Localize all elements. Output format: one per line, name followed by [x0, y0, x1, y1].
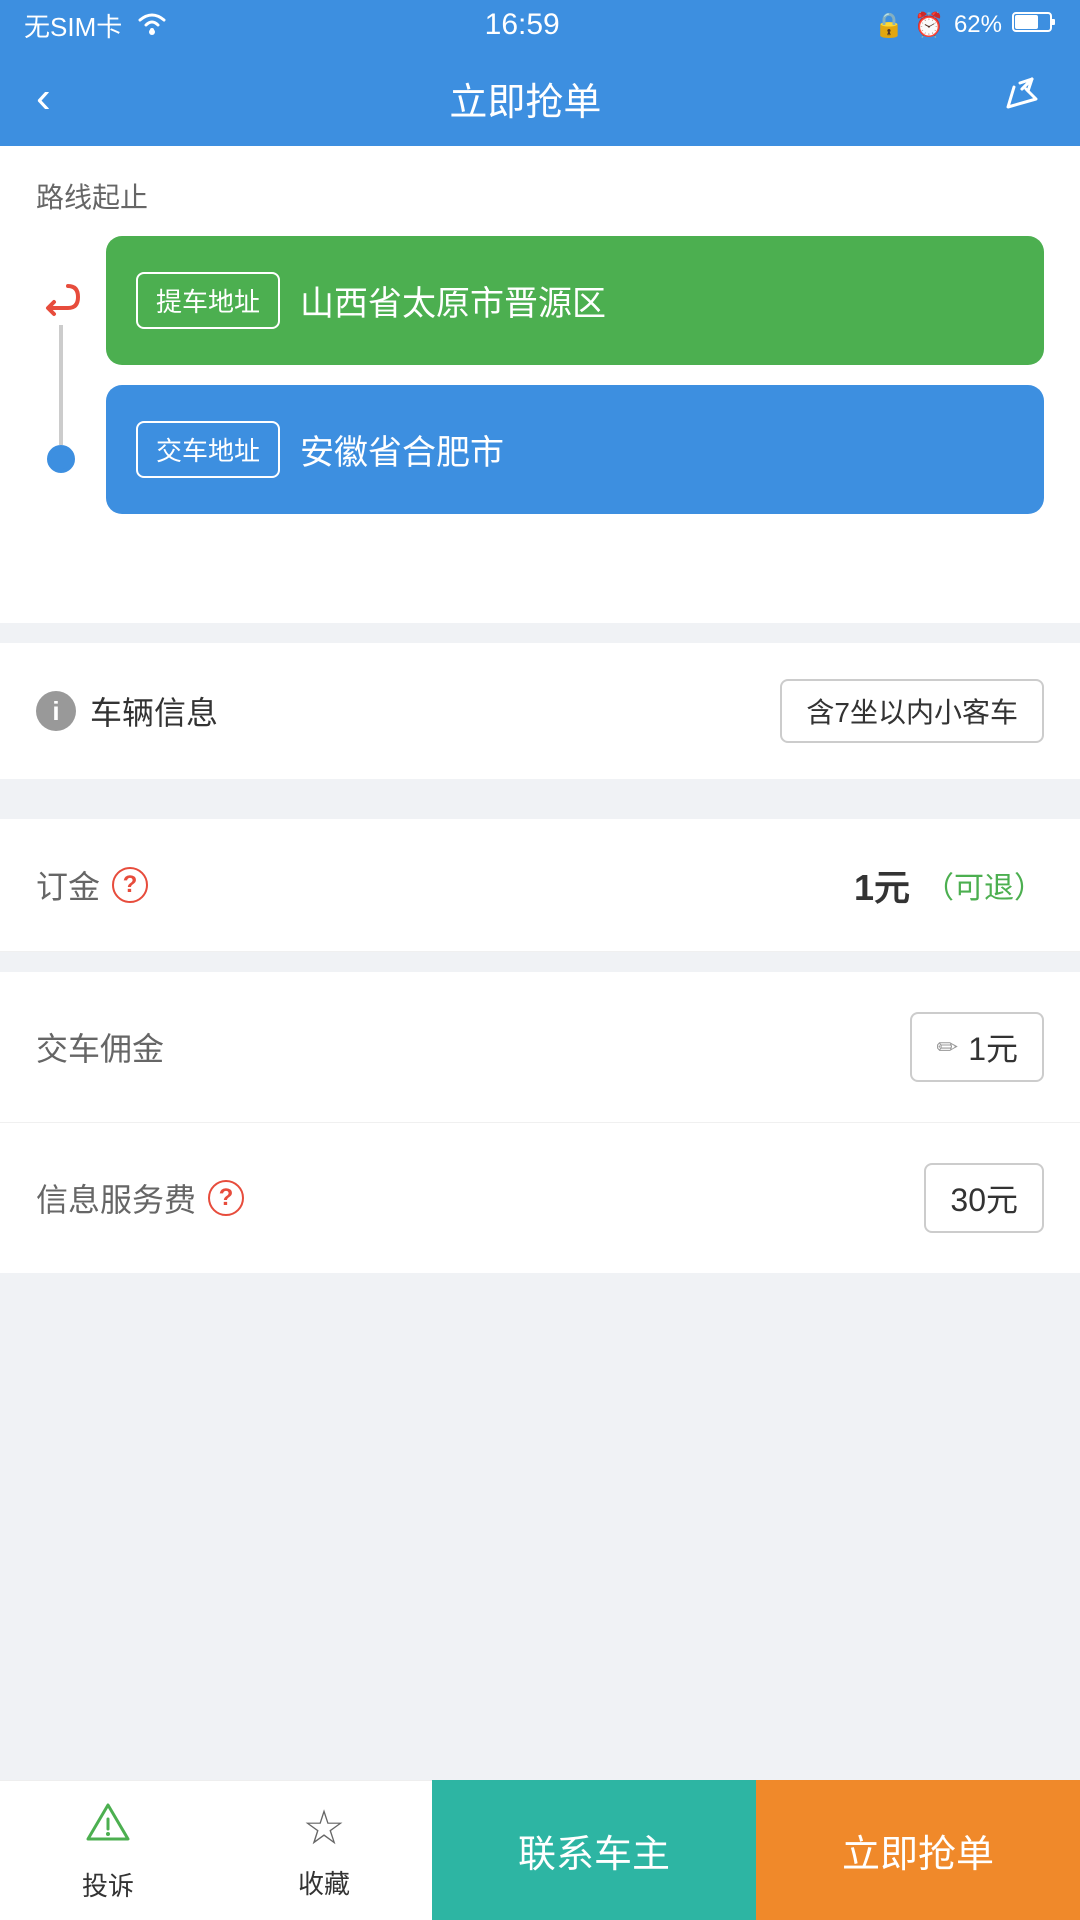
route-section: 路线起止 提车地址 山西省太原市晋源区 交车地址 安徽省合肥市 [0, 146, 1080, 623]
complaint-icon [84, 1799, 132, 1858]
deposit-text: 订金 [36, 862, 100, 908]
status-bar: 无SIM卡 16:59 🔒 ⏰ 62% [0, 0, 1080, 50]
service-fee-amount: 30元 [950, 1182, 1018, 1218]
bottom-spacer [0, 1273, 1080, 1533]
commission-row: 交车佣金 ✏ 1元 [0, 972, 1080, 1123]
favorite-label: 收藏 [298, 1864, 350, 1901]
commission-edit-box[interactable]: ✏ 1元 [910, 1012, 1044, 1082]
pickup-card[interactable]: 提车地址 山西省太原市晋源区 [106, 236, 1044, 365]
route-timeline [36, 236, 86, 593]
divider-2 [0, 779, 1080, 799]
deposit-value: 1元 （可退） [854, 859, 1044, 911]
grab-button[interactable]: 立即抢单 [756, 1780, 1080, 1920]
deposit-label: 订金 ? [36, 862, 148, 908]
battery-text: 62% [954, 11, 1002, 39]
status-time: 16:59 [485, 8, 560, 42]
divider-3 [0, 952, 1080, 972]
complaint-button[interactable]: 投诉 [0, 1780, 216, 1920]
service-fee-label: 信息服务费 ? [36, 1175, 244, 1221]
share-button[interactable] [1000, 71, 1044, 125]
alarm-icon: ⏰ [914, 11, 944, 40]
commission-label: 交车佣金 [36, 1024, 164, 1070]
battery-icon [1012, 10, 1056, 41]
pickup-address: 山西省太原市晋源区 [300, 276, 606, 325]
delivery-card[interactable]: 交车地址 安徽省合肥市 [106, 385, 1044, 514]
delivery-address: 安徽省合肥市 [300, 425, 504, 474]
route-cards: 提车地址 山西省太原市晋源区 交车地址 安徽省合肥市 [106, 236, 1044, 593]
divider-1 [0, 623, 1080, 643]
edit-icon: ✏ [936, 1032, 958, 1063]
delivery-tag: 交车地址 [136, 421, 280, 478]
deposit-question-icon[interactable]: ? [112, 867, 148, 903]
service-fee-question-icon[interactable]: ? [208, 1180, 244, 1216]
deposit-row: 订金 ? 1元 （可退） [0, 819, 1080, 952]
route-return-icon [40, 276, 82, 325]
grab-label: 立即抢单 [842, 1823, 994, 1878]
route-line [59, 325, 63, 445]
route-body: 提车地址 山西省太原市晋源区 交车地址 安徽省合肥市 [36, 236, 1044, 593]
pickup-tag: 提车地址 [136, 272, 280, 329]
lock-icon: 🔒 [874, 11, 904, 40]
page-title: 立即抢单 [449, 71, 601, 126]
contact-button[interactable]: 联系车主 [432, 1780, 756, 1920]
back-button[interactable]: ‹ [36, 73, 51, 123]
vehicle-info-value[interactable]: 含7坐以内小客车 [780, 679, 1044, 743]
vehicle-info-row: i 车辆信息 含7坐以内小客车 [0, 643, 1080, 779]
no-sim-text: 无SIM卡 [24, 7, 122, 44]
service-fee-row: 信息服务费 ? 30元 [0, 1123, 1080, 1273]
complaint-label: 投诉 [82, 1866, 134, 1903]
route-dot [47, 445, 75, 473]
bottom-nav: 投诉 ☆ 收藏 联系车主 立即抢单 [0, 1780, 1080, 1920]
fee-section: 订金 ? 1元 （可退） 交车佣金 ✏ 1元 信息服务费 ? 30元 [0, 819, 1080, 1273]
contact-label: 联系车主 [518, 1823, 670, 1878]
service-fee-text: 信息服务费 [36, 1175, 196, 1221]
deposit-amount: 1元 [854, 859, 910, 911]
vehicle-info-label: 车辆信息 [90, 688, 218, 734]
vehicle-info-left: i 车辆信息 [36, 688, 218, 734]
info-icon: i [36, 691, 76, 731]
favorite-button[interactable]: ☆ 收藏 [216, 1780, 432, 1920]
status-left: 无SIM卡 [24, 7, 170, 44]
commission-text: 交车佣金 [36, 1024, 164, 1070]
wifi-icon [134, 8, 170, 43]
favorite-icon: ☆ [302, 1800, 345, 1856]
nav-bar: ‹ 立即抢单 [0, 50, 1080, 146]
commission-amount: 1元 [968, 1024, 1018, 1070]
deposit-refundable: （可退） [924, 863, 1044, 907]
status-right: 🔒 ⏰ 62% [874, 10, 1056, 41]
route-label: 路线起止 [36, 176, 1044, 216]
service-fee-box: 30元 [924, 1163, 1044, 1233]
